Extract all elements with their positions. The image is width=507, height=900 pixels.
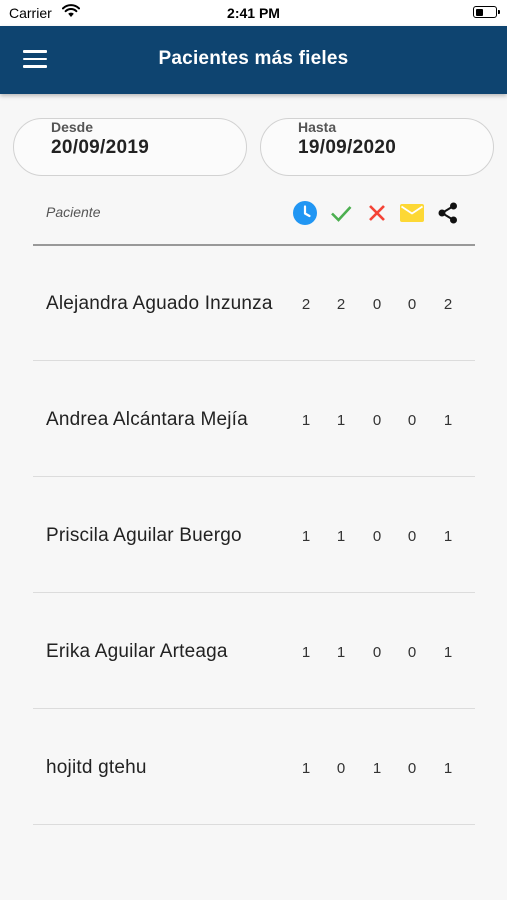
table-header: Paciente [33,190,475,246]
scheduled-count: 1 [301,760,311,777]
share-icon [435,200,461,226]
shared-count: 1 [443,528,453,545]
patient-name: Alejandra Aguado Inzunza [46,293,273,314]
attended-count: 1 [336,644,346,661]
scheduled-count: 2 [301,296,311,313]
patient-column-header: Paciente [46,204,101,220]
scheduled-count: 1 [301,412,311,429]
patient-name: Erika Aguilar Arteaga [46,641,228,662]
table-row[interactable]: hojitd gtehu 1 0 1 0 1 [33,709,475,825]
status-time: 2:41 PM [227,5,280,21]
cancelled-count: 0 [372,296,382,313]
cancelled-count: 0 [372,528,382,545]
date-to-value: 19/09/2020 [298,137,397,158]
check-icon [328,200,354,226]
mail-count: 0 [407,528,417,545]
shared-count: 1 [443,644,453,661]
date-from-value: 20/09/2019 [51,137,150,158]
cancelled-count: 0 [372,412,382,429]
battery-icon [473,6,500,18]
table-row[interactable]: Alejandra Aguado Inzunza 2 2 0 0 2 [33,245,475,361]
mail-count: 0 [407,644,417,661]
status-bar: Carrier 2:41 PM [0,0,507,26]
patient-name: hojitd gtehu [46,757,147,778]
cancelled-count: 0 [372,644,382,661]
attended-count: 2 [336,296,346,313]
patient-name: Andrea Alcántara Mejía [46,409,248,430]
mail-count: 0 [407,760,417,777]
mail-count: 0 [407,412,417,429]
attended-count: 1 [336,412,346,429]
scheduled-count: 1 [301,528,311,545]
scheduled-count: 1 [301,644,311,661]
mail-icon [399,200,425,226]
attended-count: 0 [336,760,346,777]
clock-icon [292,200,318,226]
table-row[interactable]: Erika Aguilar Arteaga 1 1 0 0 1 [33,593,475,709]
mail-count: 0 [407,296,417,313]
table-row[interactable]: Priscila Aguilar Buergo 1 1 0 0 1 [33,477,475,593]
cancelled-count: 1 [372,760,382,777]
shared-count: 1 [443,760,453,777]
shared-count: 2 [443,296,453,313]
cross-icon [364,200,390,226]
patient-name: Priscila Aguilar Buergo [46,525,242,546]
date-from-field[interactable]: Desde 20/09/2019 [13,118,247,176]
date-to-field[interactable]: Hasta 19/09/2020 [260,118,494,176]
date-to-label: Hasta [298,119,337,135]
shared-count: 1 [443,412,453,429]
attended-count: 1 [336,528,346,545]
page-title: Pacientes más fieles [158,48,349,69]
date-from-label: Desde [51,119,94,135]
app-bar: Pacientes más fieles [0,26,507,94]
table-row[interactable]: Andrea Alcántara Mejía 1 1 0 0 1 [33,361,475,477]
